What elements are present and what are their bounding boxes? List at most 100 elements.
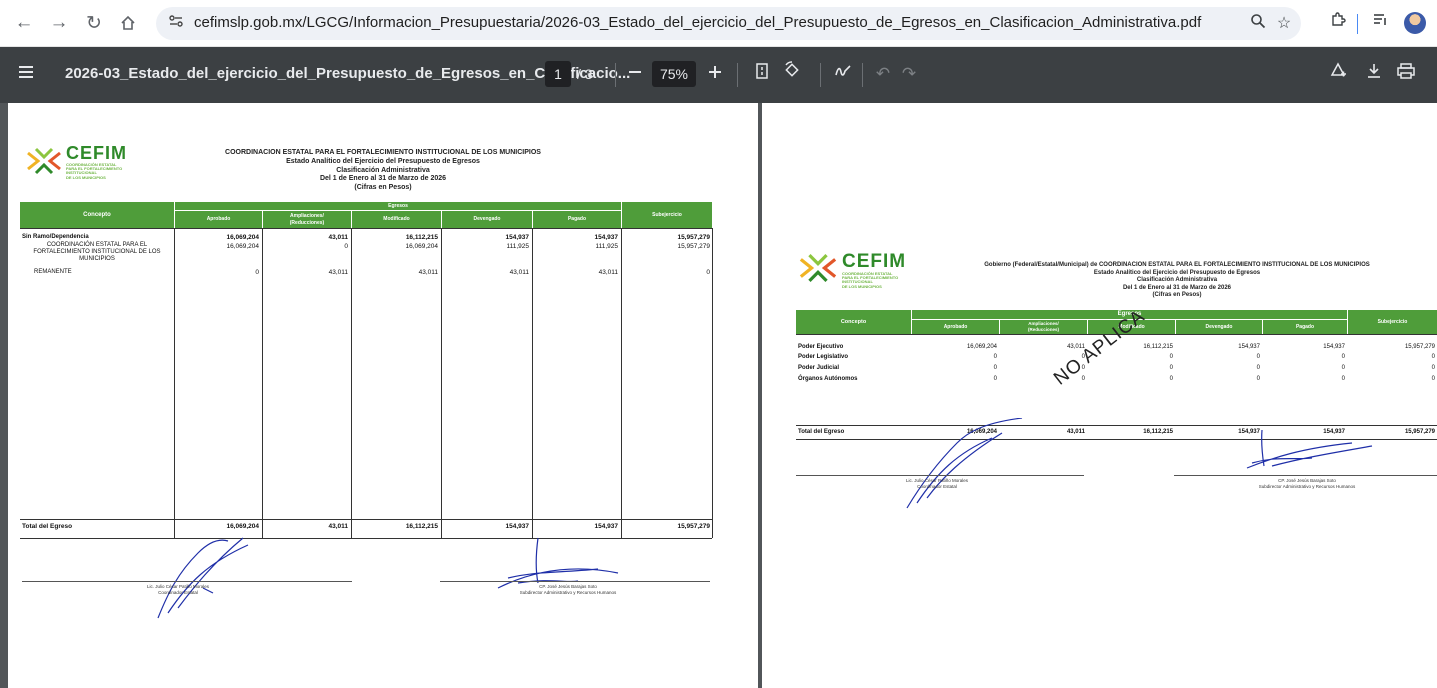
reading-list-icon[interactable]: [1367, 10, 1393, 36]
cefim-logo-mark: [27, 147, 61, 175]
col-header-concepto: Concepto: [20, 202, 174, 228]
cefim-logo: CEFIM COORDINACIÓN ESTATAL PARA EL FORTA…: [26, 143, 176, 183]
annotate-pen-icon[interactable]: [830, 61, 856, 87]
site-info-icon[interactable]: [165, 13, 187, 35]
zoom-out-icon[interactable]: [622, 61, 648, 87]
header-period: Del 1 de Enero al 31 de Marzo de 2026: [319, 175, 447, 183]
cell-modificado: 0: [1169, 365, 1173, 371]
signature-line: [440, 581, 710, 582]
zoom-level-input[interactable]: 75%: [652, 61, 696, 87]
signature-left: [157, 537, 249, 619]
add-annotation-icon[interactable]: [1325, 61, 1351, 87]
cell-subejercicio: 0: [1431, 365, 1435, 371]
pdf-page-2: CEFIM COORDINACIÓN ESTATAL PARA EL FORTA…: [762, 103, 1437, 688]
col-header-modificado: Modificado: [352, 211, 441, 228]
extensions-puzzle-icon[interactable]: [1325, 10, 1351, 36]
total-modificado: 16,112,215: [405, 523, 438, 530]
col-header-pagado: Pagado: [1263, 320, 1347, 334]
col-header-subejercicio: Subejercicio: [622, 202, 712, 228]
cell-devengado: 0: [1256, 376, 1260, 382]
cell-concepto: Poder Legislativo: [798, 354, 849, 360]
pdf-viewer[interactable]: CEFIM COORDINACIÓN ESTATAL PARA EL FORTA…: [0, 103, 1437, 688]
header-units: (Cifras en Pesos): [1152, 292, 1202, 298]
signatory-left: Lic. Julio César Patiño Morales Coordina…: [905, 478, 969, 489]
toolbar-separator: [615, 63, 616, 87]
cell-aprobado: 16,069,204: [966, 344, 997, 350]
menu-hamburger-icon[interactable]: [13, 61, 39, 87]
cell-pagado: 154,937: [1323, 344, 1345, 350]
rotate-icon[interactable]: [779, 61, 805, 87]
header-classification: Clasificación Administrativa: [336, 166, 430, 174]
cell-concepto: REMANENTE: [34, 269, 72, 275]
back-arrow-icon[interactable]: ←: [11, 10, 37, 36]
header-period: Del 1 de Enero al 31 de Marzo de 2026: [1122, 284, 1232, 291]
fit-page-icon[interactable]: [749, 61, 775, 87]
signatory-right: CP. José Jesús Barajas Soto Subdirector …: [519, 584, 617, 595]
toolbar-separator: [737, 63, 738, 87]
home-icon[interactable]: [115, 10, 141, 36]
signature-left: [906, 418, 1023, 509]
total-pagado: 154,937: [594, 523, 619, 530]
cell-modificado: 16,069,204: [405, 243, 438, 250]
total-aprobado: 16,069,204: [226, 523, 259, 530]
toolbar-separator: [820, 63, 821, 87]
header-report-name: Estado Analítico del Ejercicio del Presu…: [1093, 269, 1261, 276]
cell-subejercicio: 15,957,279: [1404, 344, 1435, 350]
reload-icon[interactable]: ↻: [81, 10, 107, 36]
bookmark-star-icon[interactable]: ☆: [1273, 13, 1295, 35]
cell-subejercicio: 15,957,279: [677, 234, 710, 241]
toolbar-divider: [1357, 14, 1358, 34]
zoom-magnifier-icon[interactable]: [1247, 13, 1269, 35]
cell-devengado: 0: [1256, 354, 1260, 360]
cefim-logo-mark: [799, 254, 837, 282]
signature-right: [1246, 429, 1373, 469]
undo-icon[interactable]: ↶: [870, 61, 896, 87]
cell-devengado: 0: [1256, 365, 1260, 371]
cell-aprobado: 16,069,204: [226, 243, 259, 250]
logo-wordmark: CEFIM: [66, 143, 127, 163]
url-text[interactable]: cefimslp.gob.mx/LGCG/Informacion_Presupu…: [194, 14, 1201, 31]
address-bar[interactable]: cefimslp.gob.mx/LGCG/Informacion_Presupu…: [156, 7, 1301, 40]
header-report-name: Estado Analítico del Ejercicio del Presu…: [286, 157, 480, 165]
total-label: Total del Egreso: [22, 523, 73, 530]
cell-ampliaciones: 43,011: [328, 234, 348, 241]
toolbar-separator: [862, 63, 863, 87]
table-rule: [712, 228, 713, 538]
cell-pagado: 154,937: [594, 234, 619, 241]
logo-wordmark: CEFIM: [842, 251, 907, 272]
cell-aprobado: 0: [993, 376, 997, 382]
total-modificado: 16,112,215: [1143, 429, 1173, 435]
cell-aprobado: 0: [255, 269, 259, 276]
total-subejercicio: 15,957,279: [677, 523, 710, 530]
col-header-concepto: Concepto: [796, 310, 911, 334]
page-number-input[interactable]: 1: [545, 61, 571, 87]
col-header-subejercicio: Subejercicio: [1348, 310, 1437, 334]
cell-devengado: 154,937: [1238, 344, 1260, 350]
signatory-right: CP. José Jesús Barajas Soto Subdirector …: [1258, 478, 1356, 489]
total-label: Total del Egreso: [798, 429, 845, 435]
report-header: Gobierno (Federal/Estatal/Municipal) de …: [942, 262, 1412, 300]
cell-ampliaciones: 0: [344, 243, 348, 250]
col-header-devengado: Devengado: [1176, 320, 1262, 334]
zoom-in-icon[interactable]: [702, 61, 728, 87]
cell-concepto: Poder Ejecutivo: [798, 344, 844, 350]
page-total: / 3: [577, 66, 593, 82]
cell-aprobado: 0: [993, 365, 997, 371]
download-icon[interactable]: [1361, 61, 1387, 87]
signature-line: [1174, 475, 1437, 476]
browser-chrome: ← → ↻ cefimslp.gob.mx/LGCG/Informacion_P…: [0, 0, 1437, 47]
cell-ampliaciones: 43,011: [328, 269, 348, 276]
cell-devengado: 43,011: [509, 269, 529, 276]
header-units: (Cifras en Pesos): [354, 184, 412, 191]
profile-avatar[interactable]: [1404, 12, 1426, 34]
forward-arrow-icon[interactable]: →: [46, 10, 72, 36]
cell-subejercicio: 0: [706, 269, 710, 276]
print-icon[interactable]: [1393, 61, 1419, 87]
col-header-aprobado: Aprobado: [912, 320, 999, 334]
redo-icon[interactable]: ↷: [896, 61, 922, 87]
cell-modificado: 16,112,215: [405, 234, 438, 241]
signature-line: [22, 581, 352, 582]
header-entity: COORDINACION ESTATAL PARA EL FORTALECIMI…: [225, 149, 541, 156]
cell-pagado: 43,011: [598, 269, 618, 276]
header-entity: Gobierno (Federal/Estatal/Municipal) de …: [984, 262, 1370, 268]
